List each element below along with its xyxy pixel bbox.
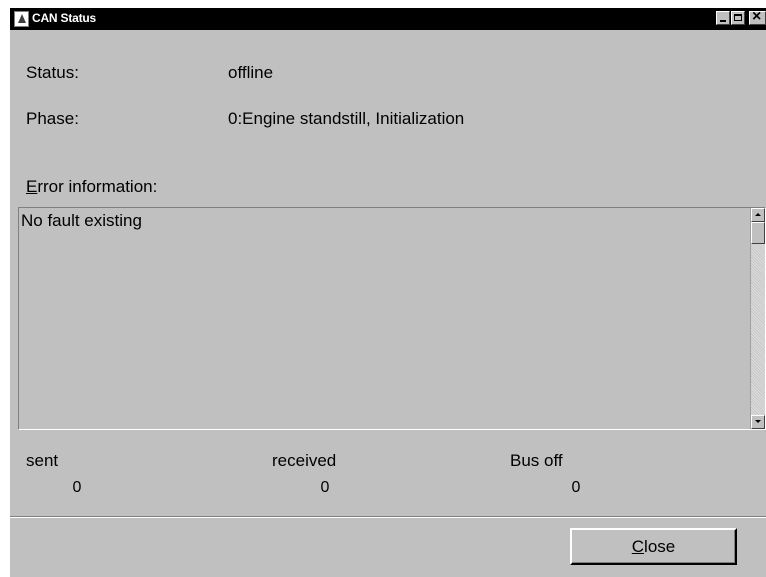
error-information-box[interactable]: No fault existing <box>18 207 766 430</box>
app-icon[interactable] <box>14 11 29 27</box>
error-information-label-text: rror information: <box>37 177 158 196</box>
close-button[interactable]: Close <box>570 528 737 565</box>
phase-label: Phase: <box>26 109 79 128</box>
close-icon[interactable] <box>749 8 766 26</box>
close-button-label: lose <box>644 536 676 556</box>
close-button-mnemonic: C <box>631 536 645 556</box>
divider <box>10 516 766 518</box>
window-title: CAN Status <box>32 11 97 25</box>
scroll-up-icon[interactable] <box>751 208 765 222</box>
error-information-label: Error information: <box>26 177 157 197</box>
bus-off-label: Bus off <box>510 451 563 470</box>
received-value: 0 <box>320 479 330 496</box>
vertical-scrollbar[interactable] <box>750 208 765 429</box>
scroll-thumb[interactable] <box>751 222 765 244</box>
maximize-icon[interactable] <box>731 11 745 25</box>
sent-value: 0 <box>72 479 82 496</box>
title-bar[interactable]: CAN Status <box>10 8 766 30</box>
bus-off-value: 0 <box>571 479 581 496</box>
phase-value: 0:Engine standstill, Initialization <box>228 109 465 128</box>
error-text: No fault existing <box>21 211 142 230</box>
status-label: Status: <box>26 63 79 82</box>
sent-label: sent <box>26 451 59 470</box>
scroll-down-icon[interactable] <box>751 415 765 429</box>
minimize-icon[interactable] <box>716 11 730 25</box>
can-status-window: CAN Status Status: offline Phase: 0:Engi… <box>10 8 766 577</box>
received-label: received <box>272 451 337 470</box>
error-information-mnemonic: E <box>26 177 38 196</box>
status-value: offline <box>228 63 274 82</box>
